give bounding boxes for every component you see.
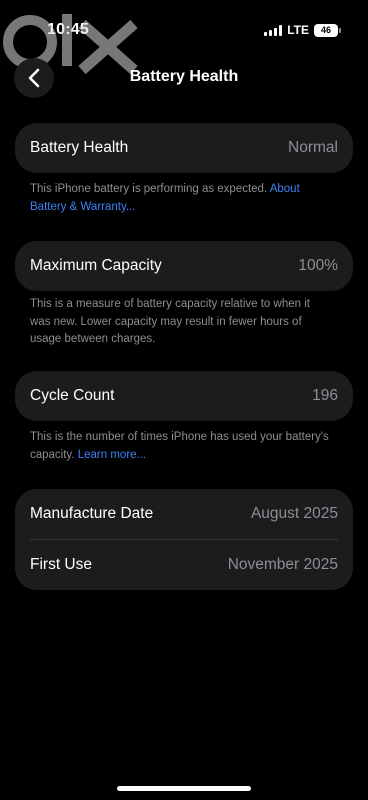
cycle-count-note-text: This is the number of times iPhone has u… bbox=[30, 431, 329, 461]
maximum-capacity-note: This is a measure of battery capacity re… bbox=[30, 298, 310, 345]
battery-health-label: Battery Health bbox=[30, 139, 129, 156]
manufacture-date-value: August 2025 bbox=[250, 505, 338, 522]
first-use-label: First Use bbox=[30, 556, 92, 573]
learn-more-link[interactable]: Learn more... bbox=[78, 449, 146, 461]
cycle-count-value: 196 bbox=[312, 387, 338, 404]
network-type: LTE bbox=[287, 23, 309, 37]
battery-icon: 46 bbox=[314, 23, 341, 37]
maximum-capacity-row: Maximum Capacity 100% bbox=[15, 241, 353, 291]
manufacture-date-label: Manufacture Date bbox=[30, 505, 154, 522]
maximum-capacity-label: Maximum Capacity bbox=[30, 257, 162, 274]
battery-health-note: This iPhone battery is performing as exp… bbox=[30, 181, 330, 216]
maximum-capacity-value: 100% bbox=[298, 257, 338, 274]
cycle-count-row: Cycle Count 196 bbox=[15, 371, 353, 421]
manufacture-date-row: Manufacture Date August 2025 bbox=[15, 489, 353, 539]
battery-level: 46 bbox=[320, 25, 331, 35]
maximum-capacity-card: Maximum Capacity 100% bbox=[15, 241, 353, 291]
dates-card: Manufacture Date August 2025 First Use N… bbox=[15, 489, 353, 590]
first-use-row: First Use November 2025 bbox=[15, 540, 353, 590]
first-use-value: November 2025 bbox=[227, 556, 338, 573]
battery-health-value: Normal bbox=[288, 139, 338, 156]
cycle-count-note: This is the number of times iPhone has u… bbox=[30, 429, 330, 464]
navigation-bar: Battery Health bbox=[0, 52, 368, 102]
status-indicators: LTE 46 bbox=[264, 23, 341, 37]
page-title: Battery Health bbox=[129, 68, 239, 85]
cellular-signal-icon bbox=[264, 24, 283, 36]
cycle-count-card: Cycle Count 196 bbox=[15, 371, 353, 421]
battery-health-card: Battery Health Normal bbox=[15, 123, 353, 173]
home-indicator[interactable] bbox=[117, 786, 251, 791]
battery-health-note-text: This iPhone battery is performing as exp… bbox=[30, 183, 270, 195]
battery-health-row: Battery Health Normal bbox=[15, 123, 353, 173]
cycle-count-label: Cycle Count bbox=[30, 387, 115, 404]
